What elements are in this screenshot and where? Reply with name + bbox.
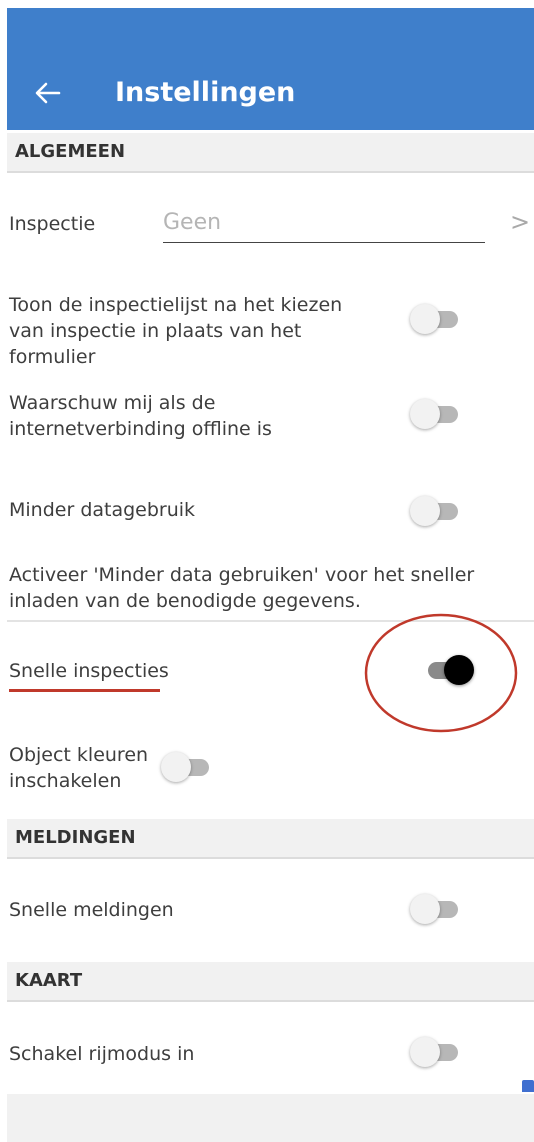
setting-label-rijmodus: Schakel rijmodus in xyxy=(9,1043,195,1065)
setting-label-toon-lijst: Toon de inspectielijst na het kiezen van… xyxy=(9,294,343,368)
chevron-right-icon[interactable]: > xyxy=(510,208,530,236)
section-title: MELDINGEN xyxy=(15,827,136,848)
arrow-left-icon[interactable] xyxy=(33,78,63,108)
toggle-object-kleuren[interactable] xyxy=(161,751,213,783)
toggle-snelle-meldingen[interactable] xyxy=(410,893,462,925)
setting-label-waarschuw: Waarschuw mij als de internetverbinding … xyxy=(9,392,272,440)
minder-data-help-text: Activeer 'Minder data gebruiken' voor he… xyxy=(9,564,475,612)
setting-label-snelle-inspecties: Snelle inspecties xyxy=(9,660,169,682)
toggle-knob xyxy=(161,752,191,782)
inspectie-field[interactable]: Geen xyxy=(163,204,485,243)
toggle-waarschuw[interactable] xyxy=(410,398,462,430)
toggle-knob xyxy=(410,304,440,334)
toggle-minder-data[interactable] xyxy=(410,495,462,527)
setting-label-minder-data: Minder datagebruik xyxy=(9,499,196,521)
annotation-circle xyxy=(364,613,518,733)
inspectie-label: Inspectie xyxy=(9,213,96,235)
toggle-knob xyxy=(410,894,440,924)
section-header-meldingen: MELDINGEN xyxy=(7,819,534,859)
toggle-toon-lijst[interactable] xyxy=(410,303,462,335)
app-bar: Instellingen xyxy=(7,8,534,130)
section-title: KAART xyxy=(15,970,83,991)
inspectie-placeholder: Geen xyxy=(163,210,222,235)
setting-label-object-kleuren: Object kleuren inschakelen xyxy=(9,744,149,792)
section-title: ALGEMEEN xyxy=(15,141,126,162)
toggle-knob xyxy=(410,399,440,429)
annotation-underline xyxy=(9,689,160,692)
toggle-knob xyxy=(410,1037,440,1067)
section-header-algemeen: ALGEMEEN xyxy=(7,133,534,173)
lock-icon xyxy=(522,1080,534,1092)
toggle-knob xyxy=(410,496,440,526)
setting-label-snelle-meldingen: Snelle meldingen xyxy=(9,899,174,921)
page-title: Instellingen xyxy=(115,77,296,108)
section-header-kaart: KAART xyxy=(7,962,534,1002)
toggle-rijmodus[interactable] xyxy=(410,1036,462,1068)
bottom-panel xyxy=(7,1094,534,1142)
